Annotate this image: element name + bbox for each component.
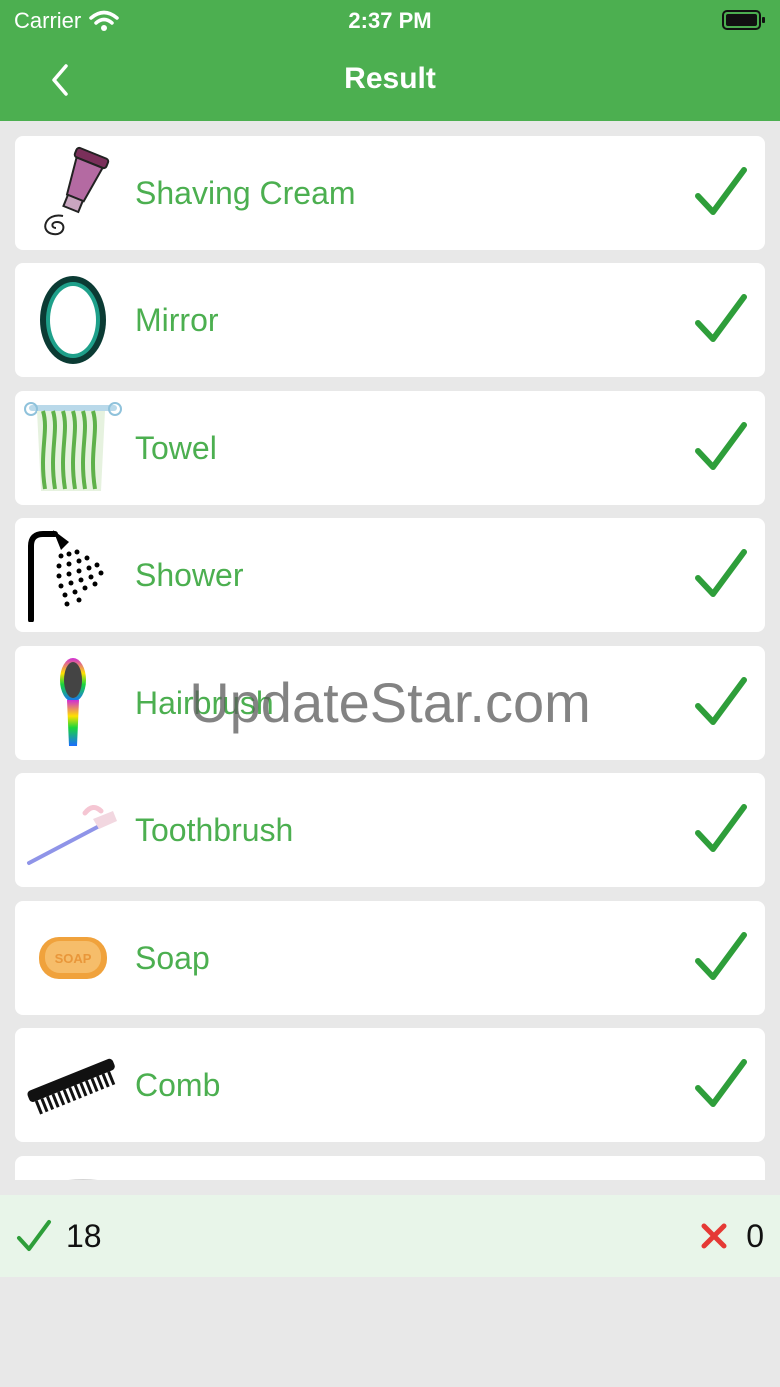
check-icon	[695, 677, 747, 725]
list-item[interactable]: Towel	[15, 391, 765, 505]
check-icon	[695, 294, 747, 342]
list-item[interactable]: Hairbrush	[15, 646, 765, 760]
list-item-partial[interactable]	[15, 1156, 765, 1180]
comb-icon	[23, 1038, 123, 1132]
item-label: Soap	[135, 940, 210, 976]
item-label: Hairbrush	[135, 685, 274, 721]
item-label: Comb	[135, 1067, 221, 1103]
mirror-icon	[23, 273, 123, 367]
shaving-cream-icon	[23, 146, 123, 240]
check-icon	[695, 932, 747, 980]
check-icon	[695, 804, 747, 852]
check-icon	[17, 1220, 51, 1251]
check-icon	[695, 167, 747, 215]
cross-icon	[701, 1223, 727, 1249]
page-title: Result	[344, 62, 436, 95]
check-icon	[695, 549, 747, 597]
check-icon	[695, 422, 747, 470]
navigation-bar: Carrier 2:37 PM Result	[0, 0, 780, 121]
result-list[interactable]: Shaving Cream Mirror Towel Shower Hairbr…	[0, 121, 780, 1180]
battery-icon	[722, 10, 765, 30]
item-label: Toothbrush	[135, 812, 294, 848]
wrong-count: 0	[746, 1217, 764, 1254]
correct-score: 18	[16, 1195, 102, 1277]
list-item[interactable]: Shaving Cream	[15, 136, 765, 250]
wrong-score: 0	[700, 1195, 764, 1277]
list-item[interactable]: Comb	[15, 1028, 765, 1142]
svg-text:SOAP: SOAP	[55, 951, 92, 966]
list-item[interactable]: Mirror	[15, 263, 765, 377]
correct-count: 18	[66, 1217, 102, 1254]
toothbrush-icon	[23, 783, 123, 877]
item-label: Shaving Cream	[135, 175, 356, 211]
list-item[interactable]: Shower	[15, 518, 765, 632]
status-time: 2:37 PM	[348, 8, 432, 33]
towel-icon	[23, 401, 123, 495]
hairbrush-icon	[23, 656, 123, 750]
item-label: Towel	[135, 430, 217, 466]
score-bar: 18 0	[0, 1195, 780, 1277]
item-thumbnail	[23, 1166, 123, 1180]
list-item[interactable]: SOAP Soap	[15, 901, 765, 1015]
item-label: Mirror	[135, 302, 219, 338]
check-icon	[695, 1059, 747, 1107]
shower-icon	[23, 528, 123, 622]
list-item[interactable]: Toothbrush	[15, 773, 765, 887]
soap-icon: SOAP	[23, 911, 123, 1005]
item-label: Shower	[135, 557, 244, 593]
